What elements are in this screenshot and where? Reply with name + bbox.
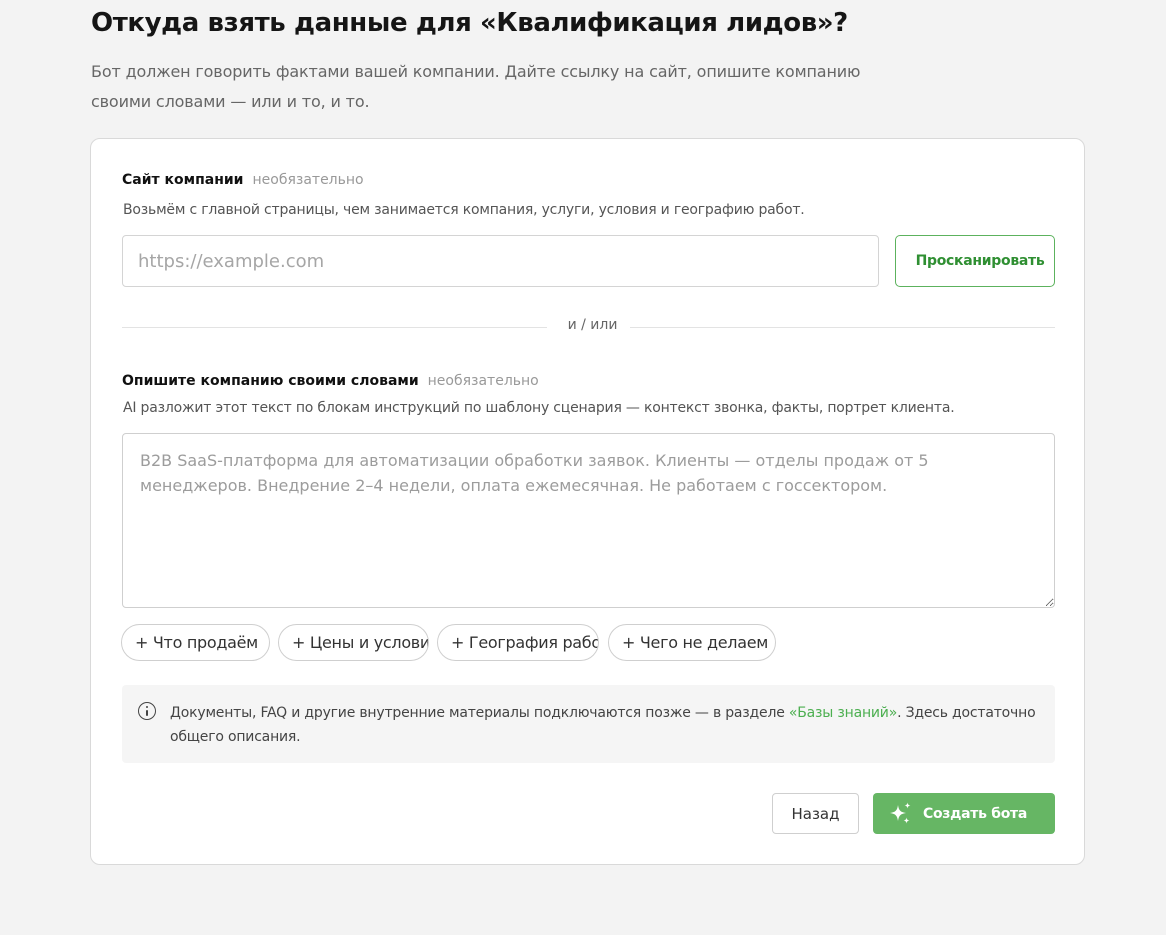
scan-button[interactable]: Просканировать <box>895 235 1055 287</box>
site-label-text: Сайт компании <box>122 172 244 188</box>
site-field-help: Возьмём с главной страницы, чем занимает… <box>123 202 805 218</box>
description-optional-tag: необязательно <box>427 373 539 389</box>
site-url-input[interactable] <box>122 235 879 287</box>
knowledge-base-link[interactable]: «Базы знаний» <box>789 705 897 721</box>
knowledge-base-info: Документы, FAQ и другие внутренние матер… <box>122 685 1055 763</box>
info-text-before: Документы, FAQ и другие внутренние матер… <box>170 705 789 721</box>
back-button[interactable]: Назад <box>772 793 859 834</box>
data-source-card: Сайт компании необязательно Возьмём с гла… <box>90 138 1085 865</box>
description-field-label: Опишите компанию своими словами необязате… <box>122 373 539 389</box>
chip-what-we-sell[interactable]: + Что продаём <box>121 624 270 661</box>
description-field-help: AI разложит этот текст по блокам инструк… <box>123 400 955 416</box>
info-icon <box>138 702 156 720</box>
sparkle-icon <box>890 802 911 824</box>
description-label-text: Опишите компанию своими словами <box>122 373 419 389</box>
create-bot-label: Создать бота <box>923 805 1027 822</box>
chip-geography[interactable]: + География работ <box>437 624 599 661</box>
company-description-textarea[interactable] <box>122 433 1055 608</box>
chip-what-we-dont-do[interactable]: + Чего не делаем <box>608 624 776 661</box>
divider-text: и / или <box>567 317 618 333</box>
page-title: Откуда взять данные для «Квалификация ли… <box>91 8 848 38</box>
site-field-label: Сайт компании необязательно <box>122 172 364 188</box>
info-text: Документы, FAQ и другие внутренние матер… <box>170 701 1050 749</box>
site-optional-tag: необязательно <box>252 172 364 188</box>
chip-prices-terms[interactable]: + Цены и условия <box>278 624 429 661</box>
or-divider: и / или <box>122 317 1055 337</box>
create-bot-button[interactable]: Создать бота <box>873 793 1055 834</box>
page-subtitle: Бот должен говорить фактами вашей компан… <box>91 62 861 111</box>
